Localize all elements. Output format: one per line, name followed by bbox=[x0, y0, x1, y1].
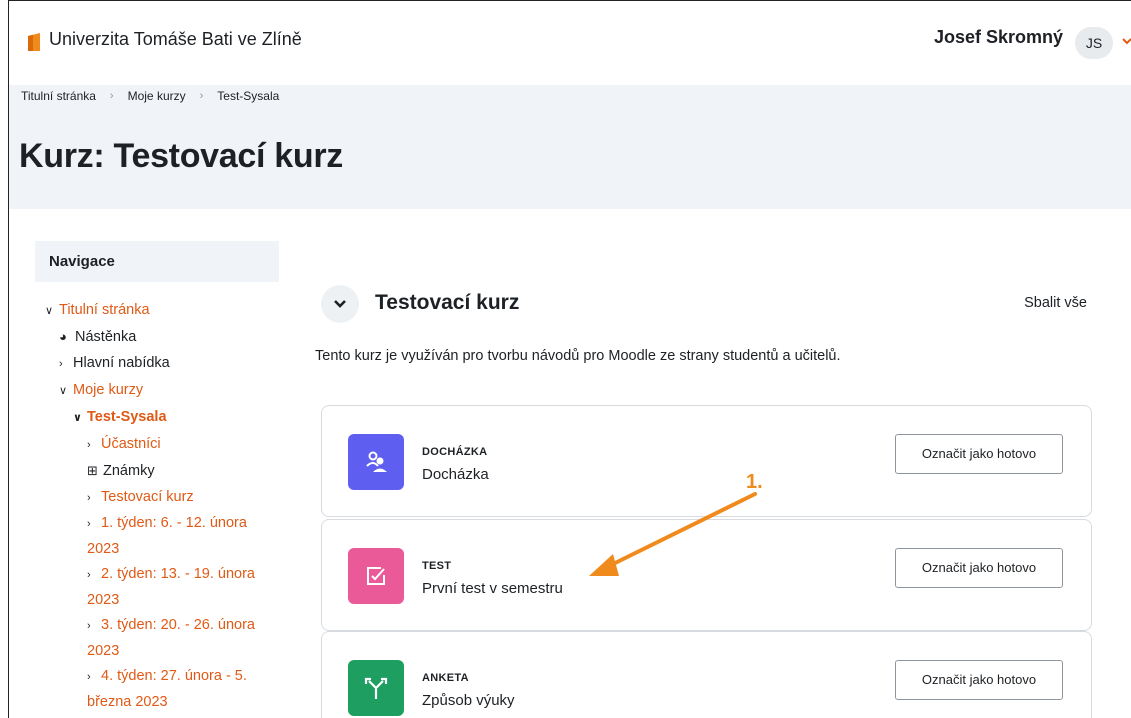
browser-frame: Univerzita Tomáše Bati ve Zlíně Josef Sk… bbox=[8, 0, 1131, 718]
annotation-arrow-icon bbox=[589, 492, 757, 576]
